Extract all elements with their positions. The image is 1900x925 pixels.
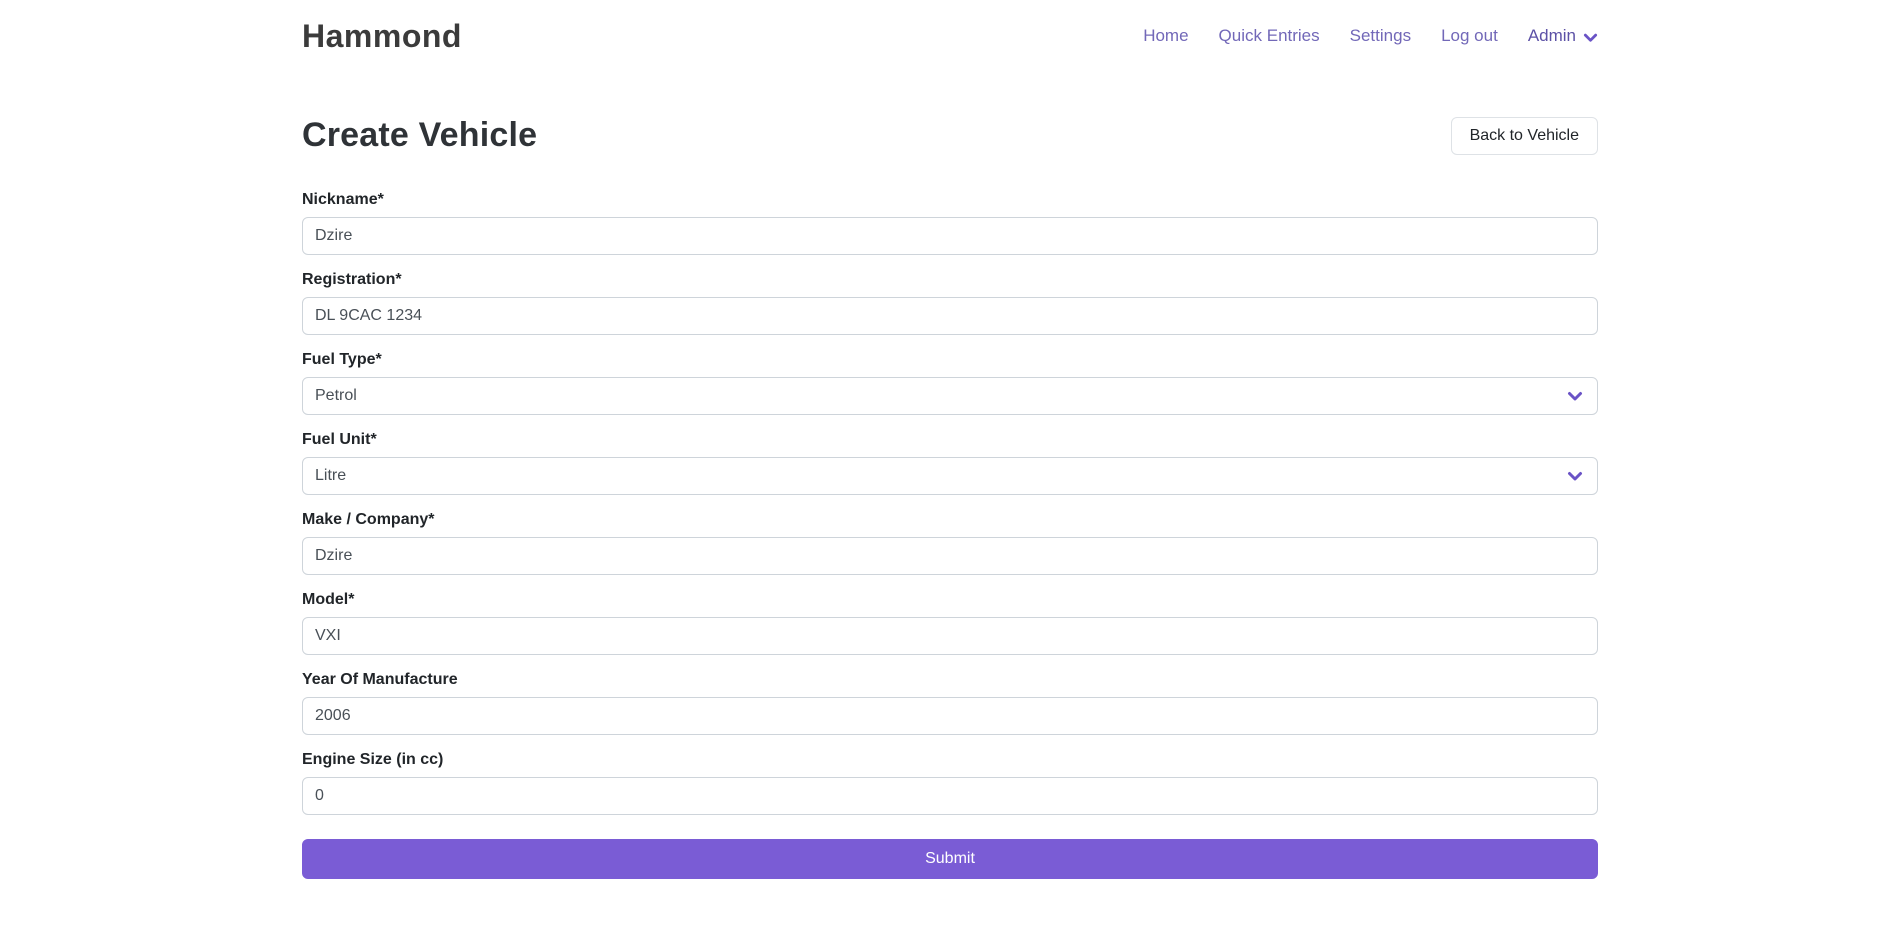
field-nickname: Nickname*	[302, 191, 1598, 255]
field-make-company: Make / Company*	[302, 511, 1598, 575]
page-header: Create Vehicle Back to Vehicle	[302, 116, 1598, 155]
field-fuel-unit: Fuel Unit* Litre	[302, 431, 1598, 495]
registration-label: Registration*	[302, 271, 402, 289]
field-year-of-manufacture: Year Of Manufacture	[302, 671, 1598, 735]
nav-item-quick-entries[interactable]: Quick Entries	[1219, 26, 1320, 46]
year-of-manufacture-label: Year Of Manufacture	[302, 671, 458, 689]
make-company-input[interactable]	[302, 537, 1598, 575]
fuel-unit-select[interactable]: Litre	[302, 457, 1598, 495]
nav-item-settings[interactable]: Settings	[1350, 26, 1411, 46]
top-navbar: Hammond Home Quick Entries Settings Log …	[0, 0, 1900, 72]
back-to-vehicle-button[interactable]: Back to Vehicle	[1451, 117, 1598, 155]
nav-links: Home Quick Entries Settings Log out Admi…	[1143, 26, 1598, 46]
field-registration: Registration*	[302, 271, 1598, 335]
fuel-unit-label: Fuel Unit*	[302, 431, 377, 449]
fuel-unit-selected-value: Litre	[315, 467, 346, 485]
registration-input[interactable]	[302, 297, 1598, 335]
nav-item-home[interactable]: Home	[1143, 26, 1188, 46]
submit-button[interactable]: Submit	[302, 839, 1598, 879]
fuel-type-label: Fuel Type*	[302, 351, 382, 369]
make-company-label: Make / Company*	[302, 511, 434, 529]
nickname-input[interactable]	[302, 217, 1598, 255]
chevron-down-icon	[1583, 30, 1598, 45]
page-title: Create Vehicle	[302, 116, 537, 155]
engine-size-input[interactable]	[302, 777, 1598, 815]
fuel-type-select[interactable]: Petrol	[302, 377, 1598, 415]
model-input[interactable]	[302, 617, 1598, 655]
admin-dropdown-label: Admin	[1528, 26, 1576, 46]
field-model: Model*	[302, 591, 1598, 655]
field-engine-size: Engine Size (in cc)	[302, 751, 1598, 815]
model-label: Model*	[302, 591, 354, 609]
chevron-down-icon	[1567, 388, 1583, 404]
field-fuel-type: Fuel Type* Petrol	[302, 351, 1598, 415]
nav-item-logout[interactable]: Log out	[1441, 26, 1498, 46]
nickname-label: Nickname*	[302, 191, 384, 209]
brand-logo[interactable]: Hammond	[302, 18, 462, 55]
year-of-manufacture-input[interactable]	[302, 697, 1598, 735]
create-vehicle-form: Nickname* Registration* Fuel Type* Petro…	[302, 191, 1598, 879]
engine-size-label: Engine Size (in cc)	[302, 751, 443, 769]
admin-dropdown[interactable]: Admin	[1528, 26, 1598, 46]
fuel-type-selected-value: Petrol	[315, 387, 357, 405]
chevron-down-icon	[1567, 468, 1583, 484]
